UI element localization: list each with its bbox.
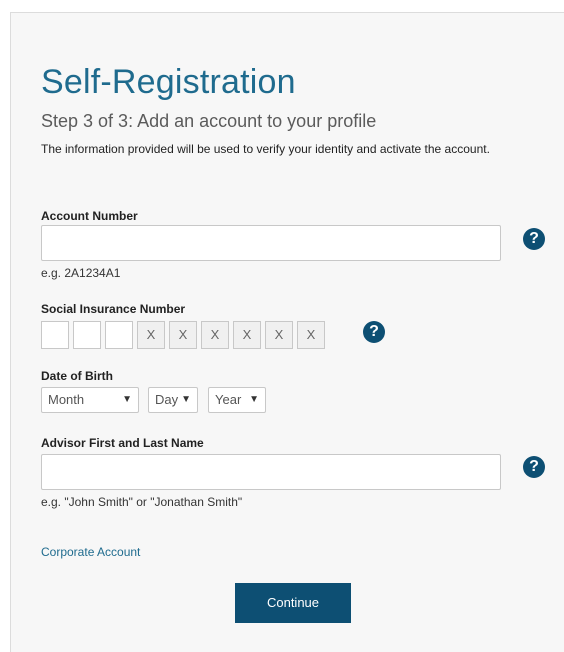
advisor-hint: e.g. "John Smith" or "Jonathan Smith" bbox=[41, 495, 243, 509]
advisor-name-input[interactable] bbox=[41, 454, 501, 490]
sin-digit-1[interactable] bbox=[41, 321, 69, 349]
continue-button[interactable]: Continue bbox=[235, 583, 351, 623]
sin-digit-3[interactable] bbox=[105, 321, 133, 349]
year-select-value: Year bbox=[215, 392, 242, 407]
advisor-help-icon[interactable]: ? bbox=[523, 456, 545, 478]
dob-label: Date of Birth bbox=[41, 369, 113, 383]
account-number-help-icon[interactable]: ? bbox=[523, 228, 545, 250]
sin-label: Social Insurance Number bbox=[41, 302, 186, 316]
sin-digit-5: X bbox=[169, 321, 197, 349]
step-subtitle: Step 3 of 3: Add an account to your prof… bbox=[41, 111, 377, 131]
day-select[interactable]: Day ▼ bbox=[148, 387, 198, 413]
sin-help-icon[interactable]: ? bbox=[363, 321, 385, 343]
chevron-down-icon: ▼ bbox=[122, 394, 132, 405]
account-number-label: Account Number bbox=[41, 209, 138, 223]
chevron-down-icon: ▼ bbox=[181, 394, 191, 405]
intro-text: The information provided will be used to… bbox=[41, 142, 490, 156]
sin-digit-4: X bbox=[137, 321, 165, 349]
sin-digit-6: X bbox=[201, 321, 229, 349]
page-title: Self-Registration bbox=[41, 63, 296, 101]
sin-digit-2[interactable] bbox=[73, 321, 101, 349]
advisor-label: Advisor First and Last Name bbox=[41, 436, 204, 450]
account-number-input[interactable] bbox=[41, 225, 501, 261]
sin-digit-9: X bbox=[297, 321, 325, 349]
account-number-hint: e.g. 2A1234A1 bbox=[41, 266, 121, 280]
sin-digit-8: X bbox=[265, 321, 293, 349]
chevron-down-icon: ▼ bbox=[249, 394, 259, 405]
month-select-value: Month bbox=[48, 392, 85, 407]
day-select-value: Day bbox=[155, 392, 179, 407]
sin-digit-7: X bbox=[233, 321, 261, 349]
registration-panel: Self-Registration Step 3 of 3: Add an ac… bbox=[10, 12, 564, 652]
month-select[interactable]: Month ▼ bbox=[41, 387, 139, 413]
sin-inputs: X X X X X X bbox=[41, 321, 329, 349]
corporate-account-link[interactable]: Corporate Account bbox=[41, 545, 140, 559]
year-select[interactable]: Year ▼ bbox=[208, 387, 266, 413]
